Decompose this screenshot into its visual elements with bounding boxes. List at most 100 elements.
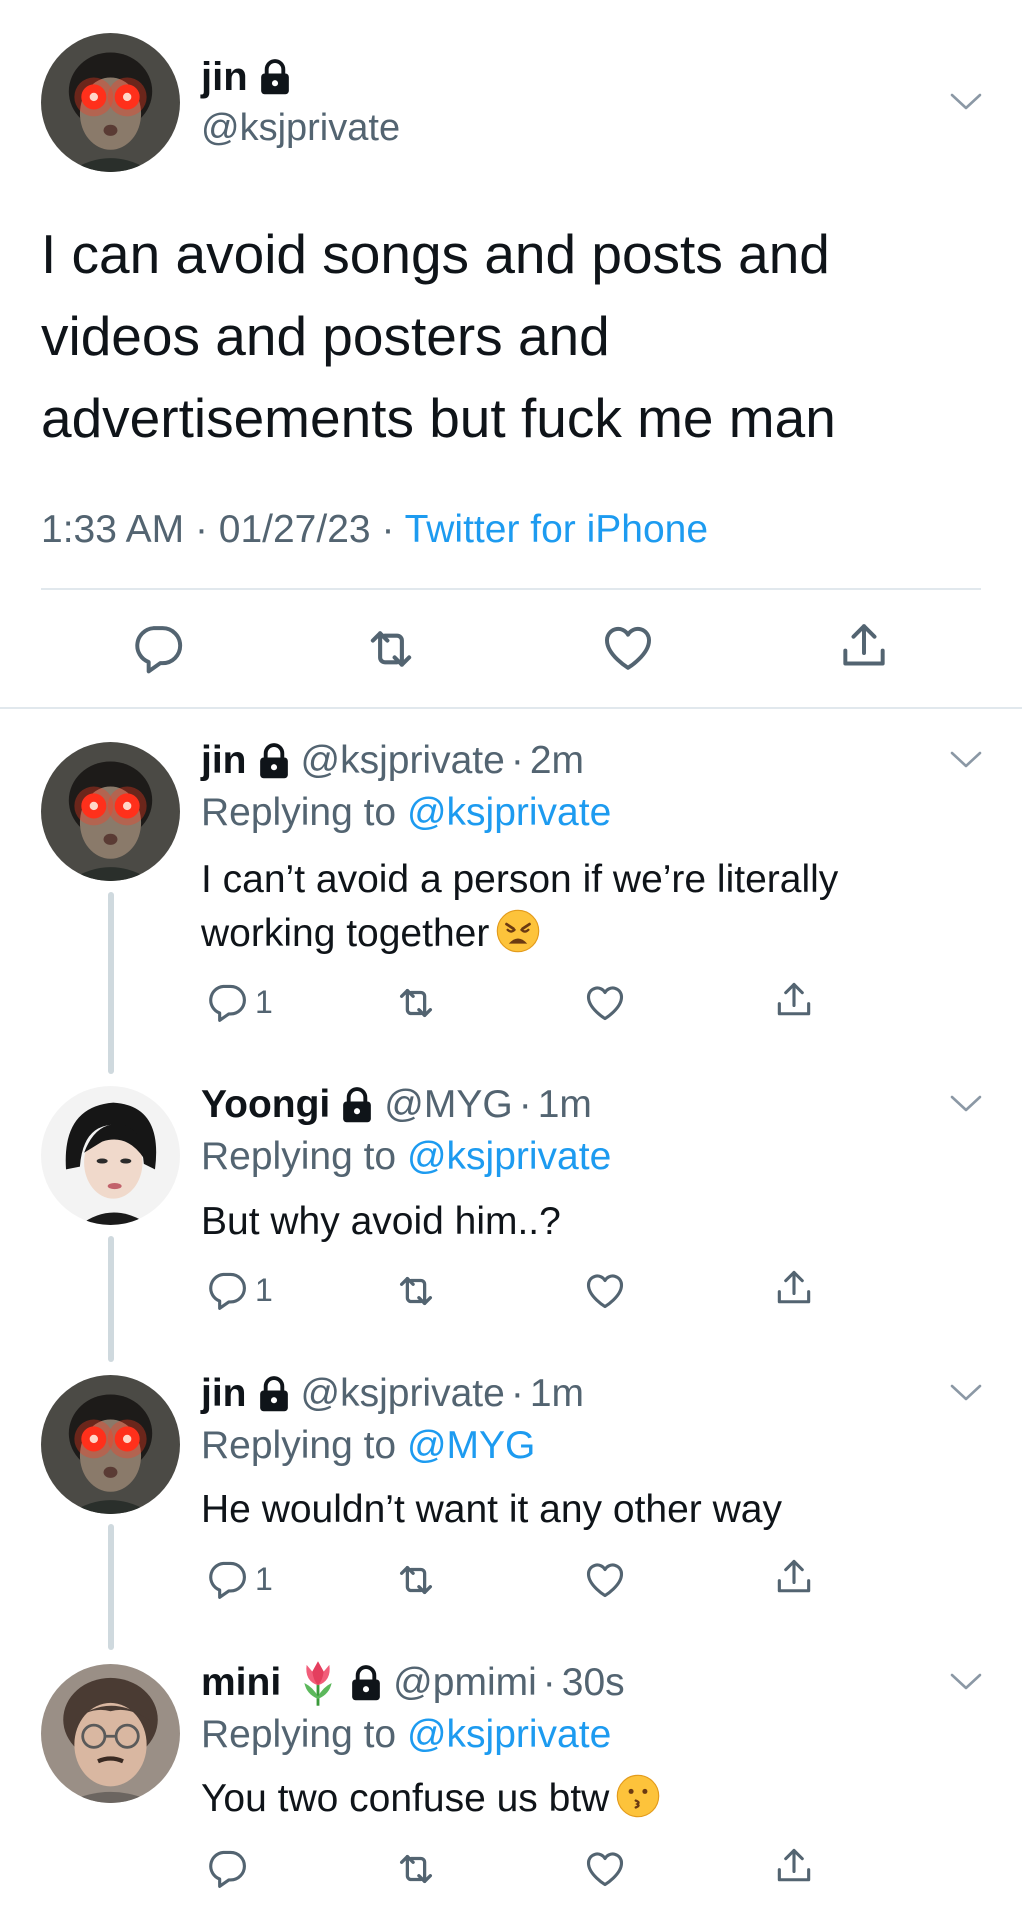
- divider: [41, 588, 981, 590]
- lock-icon: [340, 1087, 374, 1123]
- like-button[interactable]: [583, 981, 627, 1025]
- replying-prefix: Replying to: [201, 791, 407, 834]
- reply-author-handle[interactable]: @ksjprivate: [301, 736, 505, 786]
- chevron-down-icon[interactable]: [949, 750, 983, 770]
- replying-prefix: Replying to: [201, 1135, 407, 1178]
- author-name[interactable]: jin: [201, 52, 292, 102]
- like-icon: [583, 1269, 627, 1313]
- like-button[interactable]: [600, 620, 656, 676]
- replying-to: Replying to @ksjprivate: [201, 788, 611, 838]
- reply-icon: [205, 980, 249, 1024]
- reply-header: jin @ksjprivate · 2m: [201, 736, 584, 786]
- thread-line: [108, 1524, 114, 1650]
- share-button[interactable]: [772, 978, 816, 1022]
- like-icon: [600, 620, 656, 676]
- replying-to-link[interactable]: @ksjprivate: [407, 791, 611, 834]
- retweet-icon: [393, 1557, 439, 1603]
- reply-age: 2m: [529, 739, 584, 782]
- replying-to: Replying to @MYG: [201, 1421, 535, 1471]
- reply-author-name[interactable]: jin: [201, 736, 247, 786]
- reply-text-content: He wouldn’t want it any other way: [201, 1488, 782, 1531]
- tweet-date: 01/27/23: [218, 508, 371, 551]
- author-name-text: jin: [201, 55, 248, 99]
- reply-text-content: You two confuse us btw: [201, 1777, 610, 1820]
- reply-button[interactable]: [130, 620, 186, 676]
- reply-author-handle[interactable]: @MYG: [384, 1080, 512, 1130]
- author-handle[interactable]: @ksjprivate: [201, 104, 400, 152]
- share-icon: [772, 1844, 816, 1888]
- meta-separator: ·: [381, 508, 395, 551]
- reply-text-content: But why avoid him..?: [201, 1200, 561, 1243]
- retweet-icon: [393, 1268, 439, 1314]
- replying-prefix: Replying to: [201, 1713, 407, 1756]
- share-button[interactable]: [772, 1844, 816, 1888]
- share-icon: [772, 1266, 816, 1310]
- reply-icon: [130, 620, 186, 676]
- replying-prefix: Replying to: [201, 1424, 407, 1467]
- retweet-button[interactable]: [393, 980, 439, 1026]
- avatar[interactable]: [41, 1086, 180, 1225]
- reply-button[interactable]: 1: [205, 1557, 273, 1601]
- replying-to: Replying to @ksjprivate: [201, 1710, 611, 1760]
- like-button[interactable]: [583, 1269, 627, 1313]
- meta-separator: ·: [510, 1372, 524, 1415]
- retweet-button[interactable]: [393, 1846, 439, 1892]
- meta-separator: ·: [510, 739, 524, 782]
- chevron-down-icon[interactable]: [949, 1383, 983, 1403]
- share-icon: [772, 978, 816, 1022]
- tweet-source-link[interactable]: Twitter for iPhone: [405, 508, 708, 551]
- share-button[interactable]: [772, 1555, 816, 1599]
- avatar[interactable]: [41, 1664, 180, 1803]
- reply-header: Yoongi @MYG · 1m: [201, 1080, 592, 1130]
- replying-to-link[interactable]: @MYG: [407, 1424, 535, 1467]
- reply-button[interactable]: [205, 1846, 255, 1890]
- avatar[interactable]: [41, 742, 180, 881]
- avatar[interactable]: [41, 1375, 180, 1514]
- reply-text: He wouldn’t want it any other way: [201, 1483, 981, 1537]
- reply-header: mini @pmimi · 30s: [201, 1658, 625, 1708]
- like-button[interactable]: [583, 1847, 627, 1891]
- lock-icon: [349, 1665, 383, 1701]
- avatar[interactable]: [41, 33, 180, 172]
- retweet-button[interactable]: [393, 1557, 439, 1603]
- chevron-down-icon[interactable]: [949, 1672, 983, 1692]
- tweet-time: 1:33 AM: [41, 508, 185, 551]
- retweet-icon: [393, 1846, 439, 1892]
- tweet-meta: 1:33 AM · 01/27/23 · Twitter for iPhone: [41, 505, 708, 555]
- reply-author-name[interactable]: Yoongi: [201, 1080, 330, 1130]
- reply-age: 1m: [529, 1372, 584, 1415]
- chevron-down-icon[interactable]: [949, 92, 983, 112]
- reply-icon: [205, 1268, 249, 1312]
- reply-text: I can’t avoid a person if we’re literall…: [201, 853, 981, 961]
- thread-line: [108, 892, 114, 1074]
- like-icon: [583, 1558, 627, 1602]
- lock-icon: [257, 1376, 291, 1412]
- like-button[interactable]: [583, 1558, 627, 1602]
- meta-separator: ·: [194, 508, 208, 551]
- thread-line: [108, 1236, 114, 1362]
- retweet-button[interactable]: [393, 1268, 439, 1314]
- tweet-text: I can avoid songs and posts and videos a…: [41, 223, 836, 449]
- reply-count: 1: [255, 1271, 273, 1308]
- share-button[interactable]: [836, 618, 892, 674]
- share-button[interactable]: [772, 1266, 816, 1310]
- retweet-button[interactable]: [362, 620, 420, 678]
- reply-author-handle[interactable]: @pmimi: [393, 1658, 537, 1708]
- reply-text: But why avoid him..?: [201, 1195, 981, 1249]
- reply-author-handle[interactable]: @ksjprivate: [301, 1369, 505, 1419]
- reply-header: jin @ksjprivate · 1m: [201, 1369, 584, 1419]
- reply-button[interactable]: 1: [205, 1268, 273, 1312]
- reply-text: You two confuse us btw: [201, 1772, 981, 1826]
- reply-icon: [205, 1557, 249, 1601]
- reply-author-name[interactable]: mini: [201, 1658, 281, 1708]
- reply-icon: [205, 1846, 249, 1890]
- lock-icon: [257, 743, 291, 779]
- reply-author-name[interactable]: jin: [201, 1369, 247, 1419]
- replying-to-link[interactable]: @ksjprivate: [407, 1713, 611, 1756]
- chevron-down-icon[interactable]: [949, 1094, 983, 1114]
- reply-count: 1: [255, 983, 273, 1020]
- replying-to-link[interactable]: @ksjprivate: [407, 1135, 611, 1178]
- retweet-icon: [362, 620, 420, 678]
- replying-to: Replying to @ksjprivate: [201, 1132, 611, 1182]
- reply-button[interactable]: 1: [205, 980, 273, 1024]
